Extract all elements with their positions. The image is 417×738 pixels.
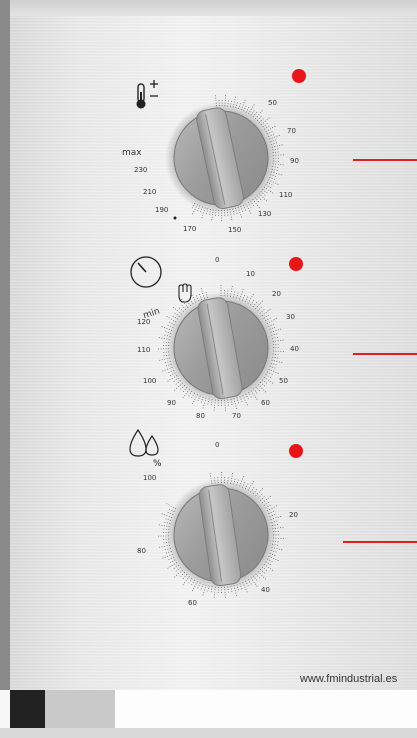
timer-knob-group — [130, 256, 417, 412]
temperature-knob[interactable] — [165, 99, 278, 216]
footer-light-block — [115, 690, 417, 728]
temperature-indicator-light — [292, 69, 306, 83]
temperature-label-50: 50 — [268, 99, 277, 107]
temperature-label-170: 170 — [183, 225, 196, 233]
temperature-label-230: 230 — [134, 166, 147, 174]
temperature-label-90: 90 — [290, 157, 299, 165]
timer-label-80: 80 — [196, 412, 205, 420]
footer-dark-block — [10, 690, 45, 728]
humidity-label-100: 100 — [143, 474, 156, 482]
timer-icon — [130, 256, 162, 288]
thermometer-plus-minus-icon — [136, 80, 158, 109]
timer-label-70: 70 — [232, 412, 241, 420]
humidity-label-20: 20 — [289, 511, 298, 519]
temperature-label-110: 110 — [279, 191, 292, 199]
timer-label-40: 40 — [290, 345, 299, 353]
bottom-strip — [0, 728, 417, 738]
timer-label-30: 30 — [286, 313, 295, 321]
humidity-unit: % — [153, 459, 162, 469]
timer-label-10: 10 — [246, 270, 255, 278]
humidity-indicator-light — [289, 444, 303, 458]
timer-label-110: 110 — [137, 346, 150, 354]
website-url: www.fmindustrial.es — [300, 673, 398, 685]
timer-label-60: 60 — [261, 399, 270, 407]
timer-label-20: 20 — [272, 290, 281, 298]
humidity-knob-group: % — [129, 428, 417, 599]
timer-label-min: min — [142, 306, 161, 321]
humidity-label-40: 40 — [261, 586, 270, 594]
temperature-label-max: max — [122, 148, 142, 158]
control-panel: 50 70 90 110 130 150 170 190 210 230 max — [0, 0, 417, 738]
timer-label-100: 100 — [143, 377, 156, 385]
footer-grey-block — [45, 690, 115, 728]
temperature-label-150: 150 — [228, 226, 241, 234]
humidity-label-0: 0 — [215, 441, 219, 449]
humidity-label-60: 60 — [188, 599, 197, 607]
timer-indicator-light — [289, 257, 303, 271]
humidity-label-80: 80 — [137, 547, 146, 555]
temperature-label-190: 190 — [155, 206, 168, 214]
timer-label-0: 0 — [215, 256, 219, 264]
panel-graphics: 50 70 90 110 130 150 170 190 210 230 max — [122, 69, 417, 607]
humidity-drops-icon: % — [129, 428, 162, 469]
temperature-label-130: 130 — [258, 210, 271, 218]
hand-icon — [178, 283, 192, 303]
temperature-start-dot — [173, 216, 177, 220]
timer-label-90: 90 — [167, 399, 176, 407]
temperature-knob-group — [136, 69, 417, 222]
temperature-label-210: 210 — [143, 188, 156, 196]
temperature-label-70: 70 — [287, 127, 296, 135]
timer-label-50: 50 — [279, 377, 288, 385]
